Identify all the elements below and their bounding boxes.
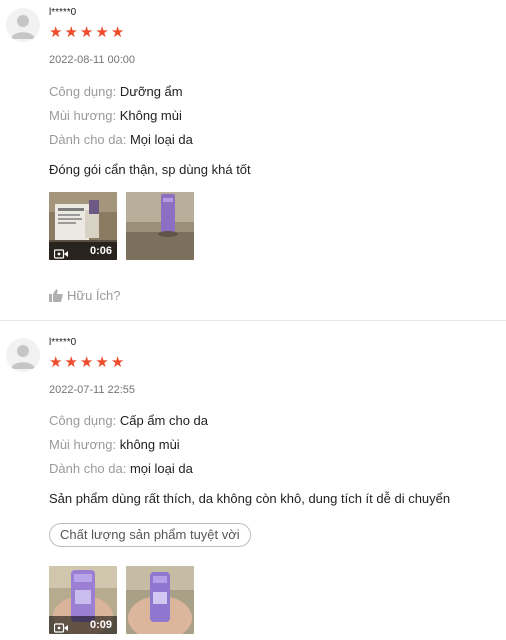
star-icon: ★ <box>110 24 125 41</box>
video-duration: 0:06 <box>89 245 112 257</box>
product-photo <box>126 192 194 260</box>
review-video-thumbnail[interactable]: 0:06 <box>49 192 117 260</box>
reviewer-name: l*****0 <box>49 337 77 348</box>
review-date: 2022-08-11 00:00 <box>49 54 136 66</box>
product-photo <box>126 566 194 634</box>
review-image-thumbnail[interactable] <box>126 566 194 634</box>
attribute-value: Mọi loại da <box>129 132 193 147</box>
review-date: 2022-07-11 22:55 <box>49 384 136 396</box>
avatar[interactable] <box>6 8 40 42</box>
star-icon: ★ <box>79 354 94 371</box>
attribute-label: Mùi hương: <box>49 108 117 123</box>
star-icon: ★ <box>95 24 109 41</box>
attribute-value: Không mùi <box>119 108 182 123</box>
thumbs-up-icon <box>49 289 63 302</box>
helpful-button[interactable]: Hữu Ích? <box>49 288 121 303</box>
video-overlay: 0:09 <box>49 616 117 634</box>
attribute-skin-type: Dành cho da: mọi loại da <box>49 461 193 476</box>
attribute-usage: Công dụng: Cấp ẩm cho da <box>49 413 208 428</box>
star-icon: ★ <box>49 354 63 371</box>
review-video-thumbnail[interactable]: 0:09 <box>49 566 117 634</box>
user-avatar-icon <box>11 345 35 369</box>
attribute-skin-type: Dành cho da: Mọi loại da <box>49 132 193 147</box>
star-icon: ★ <box>49 24 63 41</box>
video-camera-icon <box>53 246 68 259</box>
attribute-usage: Công dụng: Dưỡng ẩm <box>49 84 183 99</box>
star-icon: ★ <box>64 354 78 371</box>
review-comment: Sản phẩm dùng rất thích, da không còn kh… <box>49 491 451 506</box>
reviewer-name: l*****0 <box>49 7 77 18</box>
video-camera-icon <box>53 620 68 633</box>
attribute-label: Công dụng: <box>49 413 117 428</box>
attribute-scent: Mùi hương: không mùi <box>49 437 180 452</box>
video-overlay: 0:06 <box>49 242 117 260</box>
attribute-value: Cấp ẩm cho da <box>119 413 209 428</box>
review-comment: Đóng gói cẩn thận, sp dùng khá tốt <box>49 162 251 177</box>
rating-stars: ★ ★ ★ ★ ★ <box>49 25 124 40</box>
star-icon: ★ <box>64 24 78 41</box>
star-icon: ★ <box>110 354 125 371</box>
attribute-label: Mùi hương: <box>49 437 117 452</box>
attribute-scent: Mùi hương: Không mùi <box>49 108 182 123</box>
attribute-value: không mùi <box>119 437 180 452</box>
star-icon: ★ <box>95 354 109 371</box>
attribute-label: Dành cho da: <box>49 132 127 147</box>
attribute-label: Công dụng: <box>49 84 117 99</box>
helpful-label: Hữu Ích? <box>67 288 121 303</box>
attribute-label: Dành cho da: <box>49 461 127 476</box>
review-tag: Chất lượng sản phẩm tuyệt vời <box>49 523 251 547</box>
attribute-value: mọi loại da <box>129 461 193 476</box>
rating-stars: ★ ★ ★ ★ ★ <box>49 355 124 370</box>
avatar[interactable] <box>6 338 40 372</box>
review-item: l*****0 ★ ★ ★ ★ ★ 2022-07-11 22:55 Công … <box>0 321 506 640</box>
star-icon: ★ <box>79 24 94 41</box>
attribute-value: Dưỡng ẩm <box>119 84 183 99</box>
review-image-thumbnail[interactable] <box>126 192 194 260</box>
review-item: l*****0 ★ ★ ★ ★ ★ 2022-08-11 00:00 Công … <box>0 0 506 320</box>
user-avatar-icon <box>11 15 35 39</box>
video-duration: 0:09 <box>89 619 112 631</box>
